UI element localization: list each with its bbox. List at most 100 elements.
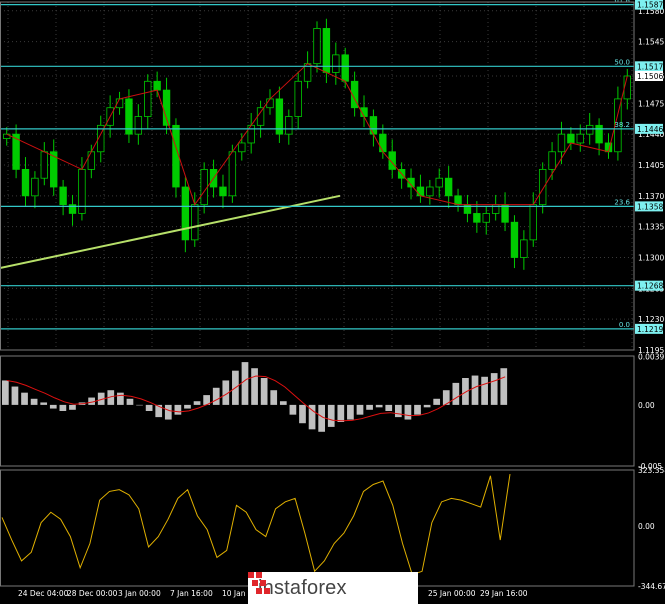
candle-body xyxy=(369,116,378,135)
candle-body xyxy=(435,177,443,188)
macd-bar xyxy=(385,404,393,411)
cci-tick-label: -344.6721 xyxy=(638,582,665,591)
macd-bar xyxy=(59,404,67,411)
candle-body xyxy=(238,142,246,153)
macd-bar xyxy=(375,404,383,408)
macd-bar xyxy=(136,404,143,406)
candle-body xyxy=(379,133,387,153)
candle-body xyxy=(426,186,434,197)
macd-bar xyxy=(212,387,220,405)
macd-bar xyxy=(490,373,498,405)
x-tick-label: 24 Dec 04:00 xyxy=(18,589,69,598)
macd-bar xyxy=(174,404,182,415)
macd-bar xyxy=(404,404,412,420)
price-panel: 1.15801.15451.15061.14751.14401.14051.13… xyxy=(0,0,664,355)
trading-chart: 1.15801.15451.15061.14751.14401.14051.13… xyxy=(0,0,665,598)
candle-body xyxy=(548,151,556,170)
candle-body xyxy=(557,133,566,153)
macd-bar xyxy=(241,362,249,405)
price-tick-label: 1.1545 xyxy=(638,38,664,47)
macd-bar xyxy=(423,404,431,408)
candle-body xyxy=(266,98,274,109)
candle-body xyxy=(200,168,208,206)
price-tick-label: 1.1300 xyxy=(638,253,664,262)
fib-price-tag-text: 1.1358 xyxy=(637,202,663,211)
candle-body xyxy=(510,221,519,258)
candle-body xyxy=(172,124,180,188)
x-tick-label: 7 Jan 16:00 xyxy=(170,589,213,598)
price-tick-label: 1.1230 xyxy=(638,315,664,324)
macd-bar xyxy=(193,401,201,405)
macd-bar xyxy=(270,390,278,405)
candle-body xyxy=(454,195,462,206)
candle-body xyxy=(332,54,340,73)
logo-icon xyxy=(248,572,270,594)
fib-price-tag-text: 1.1517 xyxy=(637,62,663,71)
macd-bar xyxy=(164,404,172,420)
candle-body xyxy=(181,186,190,241)
macd-bar xyxy=(337,404,345,422)
macd-bar xyxy=(394,404,402,418)
macd-bar xyxy=(299,404,306,424)
candle-body xyxy=(256,107,265,126)
price-tick-label: 1.1405 xyxy=(638,161,664,170)
candle-body xyxy=(31,177,39,197)
candle-body xyxy=(595,124,603,144)
macd-bar xyxy=(481,376,488,405)
macd-bar xyxy=(117,392,124,405)
fib-price-tag-text: 1.1587 xyxy=(637,1,663,10)
candle-body xyxy=(87,151,96,170)
macd-panel: 0.003970.00-0.005 xyxy=(0,352,665,471)
x-tick-label: 3 Jan 00:00 xyxy=(118,589,161,598)
fib-price-tag-text: 1.1446 xyxy=(637,125,663,134)
macd-bar xyxy=(471,375,479,405)
candle-body xyxy=(153,80,161,91)
macd-bar xyxy=(452,382,460,405)
candle-body xyxy=(501,204,509,223)
cci-tick-label: 323.3582 xyxy=(638,466,665,475)
candle-body xyxy=(520,239,528,258)
price-tick-label: 1.1335 xyxy=(638,223,664,232)
candle-body xyxy=(21,168,30,197)
candle-body xyxy=(40,151,49,179)
candle-body xyxy=(341,54,349,82)
cci-line xyxy=(1,473,511,576)
macd-bar xyxy=(260,378,268,405)
current-price-text: 1.1506 xyxy=(637,72,663,81)
macd-panel-border xyxy=(0,355,635,467)
fib-level-label: 38.2 xyxy=(614,121,630,129)
candle-body xyxy=(623,75,631,100)
macd-bar xyxy=(21,392,28,405)
macd-bar xyxy=(356,404,364,415)
chart-root: 1.15801.15451.15061.14751.14401.14051.13… xyxy=(0,0,665,604)
candle-body xyxy=(313,28,321,65)
candle-body xyxy=(285,116,293,135)
candle-body xyxy=(59,186,67,206)
fib-price-tag-text: 1.1219 xyxy=(637,325,663,334)
macd-bar xyxy=(145,404,153,411)
macd-bar xyxy=(500,368,508,405)
macd-bar xyxy=(49,404,57,409)
macd-bar xyxy=(126,398,134,405)
candle-body xyxy=(538,168,547,206)
macd-tick-label: 0.00 xyxy=(638,401,655,410)
fib-level-label: 0.0 xyxy=(619,321,630,329)
macd-bar xyxy=(11,386,19,405)
candle-body xyxy=(473,213,481,223)
macd-bar xyxy=(318,404,326,432)
macd-bar xyxy=(327,404,335,427)
macd-bar xyxy=(366,404,373,410)
candle-body xyxy=(228,151,237,197)
x-tick-label: 10 Jan xyxy=(222,589,246,598)
macd-bar xyxy=(347,404,354,420)
macd-bar xyxy=(2,380,9,405)
macd-bar xyxy=(30,398,38,405)
candle-body xyxy=(585,124,594,135)
x-tick-label: 28 Dec 00:00 xyxy=(67,589,118,598)
candle-body xyxy=(529,204,537,241)
macd-bar xyxy=(251,368,258,405)
candle-body xyxy=(191,204,199,241)
candle-body xyxy=(134,116,143,135)
macd-bar xyxy=(69,404,76,410)
macd-bar xyxy=(414,404,421,415)
